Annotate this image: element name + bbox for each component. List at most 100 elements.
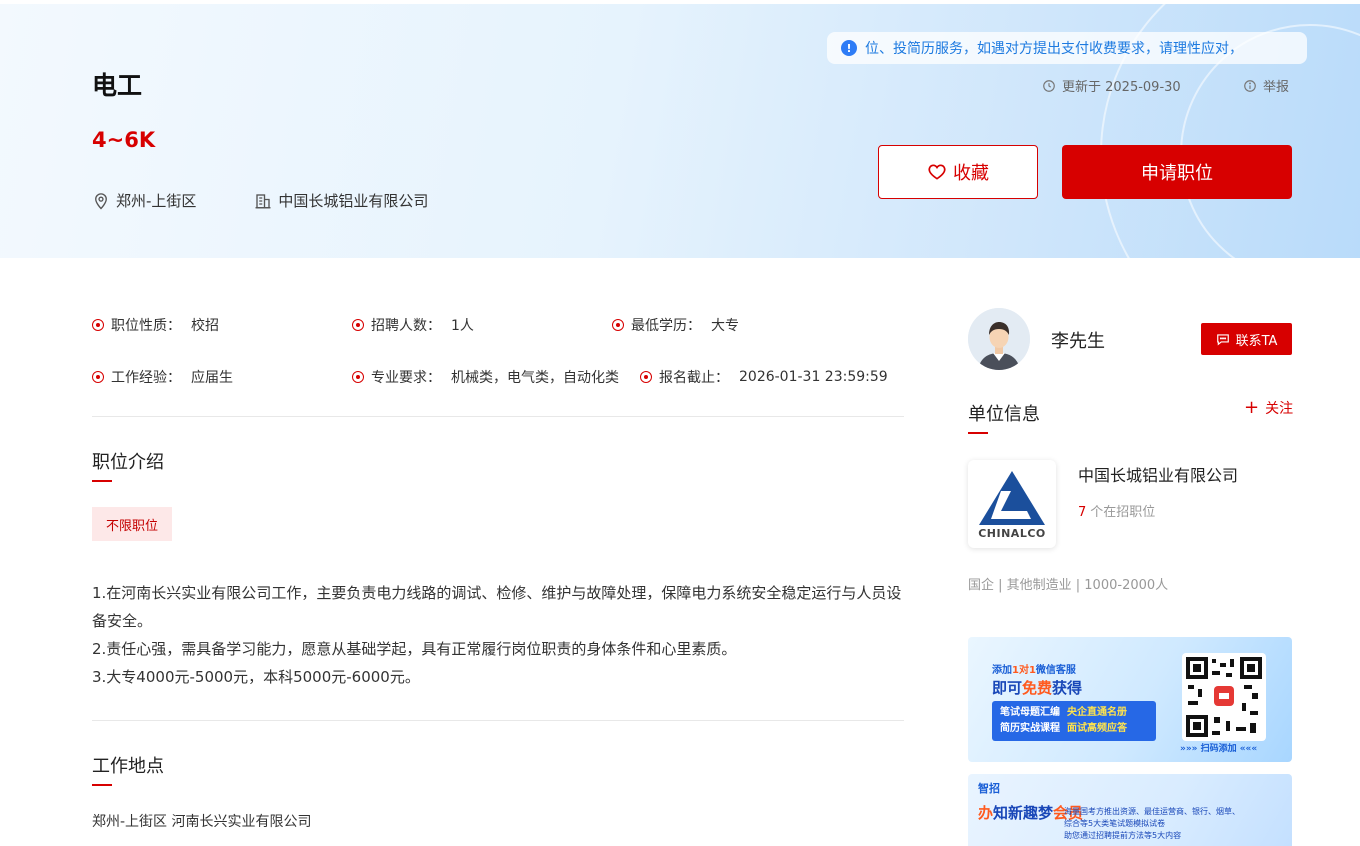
- ad-benefit-row: 笔试母题汇编 央企直通名册: [1000, 705, 1148, 721]
- attr-label: 工作经验：: [111, 370, 181, 386]
- job-description-line: 1.在河南长兴实业有限公司工作，主要负责电力线路的调试、检修、维护与故障处理，保…: [92, 584, 902, 630]
- attr-label: 最低学历：: [631, 318, 701, 334]
- open-jobs-label: 个在招职位: [1090, 505, 1156, 520]
- building-icon: [255, 193, 271, 208]
- favorite-button-label: 收藏: [953, 163, 989, 184]
- qr-code-icon: [1186, 657, 1262, 737]
- ad-subtext-line: 助您通过招聘提前方法等5大内容: [1064, 831, 1182, 840]
- job-location-text: 郑州-上街区: [116, 192, 197, 210]
- attr-education: 最低学历： 大专: [612, 315, 739, 335]
- job-description-line: 2.责任心强，需具备学习能力，愿意从基础学起，具有正常履行岗位职责的身体条件和心…: [92, 640, 737, 658]
- contact-button[interactable]: 联系TA: [1201, 323, 1292, 355]
- safety-notice-text: 位、投简历服务，如遇对方提出支付收费要求，请理性应对，: [865, 41, 1243, 57]
- job-description: 1.在河南长兴实业有限公司工作，主要负责电力线路的调试、检修、维护与故障处理，保…: [92, 579, 902, 691]
- ad-subtext-line: 综合等5大类笔试题模拟试卷: [1064, 819, 1166, 828]
- attr-label: 职位性质：: [111, 318, 181, 334]
- wechat-service-ad[interactable]: 添加1对1微信客服 即可免费获得 笔试母题汇编 央企直通名册 简历实战课程 面试…: [968, 637, 1292, 762]
- job-meta-row: 郑州-上街区 中国长城铝业有限公司: [92, 190, 486, 211]
- ad-benefit-row: 简历实战课程 面试高频应答: [1000, 721, 1148, 737]
- open-jobs[interactable]: 7 个在招职位: [1078, 501, 1155, 520]
- job-location: 郑州-上街区: [92, 190, 196, 211]
- ad-headline: 即可免费获得: [992, 677, 1082, 698]
- attr-label: 招聘人数：: [371, 318, 441, 334]
- ad-benefits-box: 笔试母题汇编 央企直通名册 简历实战课程 面试高频应答: [992, 701, 1156, 741]
- ad-text: 微信客服: [1035, 665, 1076, 676]
- attr-experience: 工作经验： 应届生: [92, 367, 233, 387]
- ad-text: 即可: [992, 679, 1023, 697]
- contact-button-label: 联系TA: [1235, 333, 1278, 349]
- membership-ad[interactable]: 智招 办知新趣梦会员 海量国考方推出资源、最佳运营商、银行、烟草、 综合等5大类…: [968, 774, 1292, 846]
- bullet-icon: [640, 371, 652, 383]
- qr-code: [1182, 653, 1266, 741]
- unit-company-name[interactable]: 中国长城铝业有限公司: [1078, 462, 1238, 486]
- recruiter-avatar: [968, 308, 1030, 370]
- ad-text: 添加: [992, 665, 1012, 676]
- safety-notice: ! 位、投简历服务，如遇对方提出支付收费要求，请理性应对，: [827, 32, 1307, 64]
- attr-major: 专业要求： 机械类，电气类，自动化类: [352, 367, 619, 387]
- section-divider: [92, 416, 904, 417]
- attr-value: 校招: [191, 318, 219, 334]
- section-title-intro: 职位介绍: [92, 448, 164, 482]
- job-category-tag: 不限职位: [92, 507, 172, 541]
- attr-job-type: 职位性质： 校招: [92, 315, 219, 335]
- bullet-icon: [352, 371, 364, 383]
- job-header-banner: 电工 4~6K 郑州-上街区 中国长城铝业有限公司 ! 位、投简历服务，如遇对方…: [0, 4, 1360, 258]
- company-logo-text: CHINALCO: [978, 526, 1046, 540]
- attr-value: 应届生: [191, 370, 233, 386]
- attr-headcount: 招聘人数： 1人: [352, 315, 474, 335]
- bullet-icon: [352, 319, 364, 331]
- attr-value: 2026-01-31 23:59:59: [739, 369, 888, 385]
- ad-subtext: 海量国考方推出资源、最佳运营商、银行、烟草、 综合等5大类笔试题模拟试卷 助您通…: [1064, 806, 1240, 842]
- ad-scan-hint: »»» 扫码添加 «««: [1180, 744, 1258, 754]
- job-company: 中国长城铝业有限公司: [254, 190, 428, 211]
- attr-label: 报名截止：: [659, 370, 729, 386]
- attr-label: 专业要求：: [371, 370, 441, 386]
- chat-icon: [1216, 334, 1229, 346]
- bullet-icon: [612, 319, 624, 331]
- ad-benefit: 面试高频应答: [1066, 723, 1127, 734]
- ad-line: 添加1对1微信客服: [992, 661, 1076, 676]
- ad-benefit: 笔试母题汇编: [1000, 707, 1060, 718]
- clock-icon: [1043, 79, 1055, 92]
- updated-date: 更新于 2025-09-30: [1042, 76, 1181, 95]
- apply-button[interactable]: 申请职位: [1062, 145, 1292, 199]
- info-icon: !: [841, 40, 857, 56]
- job-salary: 4~6K: [92, 128, 156, 152]
- attr-deadline: 报名截止： 2026-01-31 23:59:59: [640, 367, 888, 387]
- company-meta: 国企 | 其他制造业 | 1000-2000人: [968, 578, 1169, 593]
- favorite-button[interactable]: 收藏: [878, 145, 1038, 199]
- ad-highlight: 免费: [1022, 679, 1053, 697]
- ad-benefit: 简历实战课程: [1000, 723, 1060, 734]
- section-title-unit: 单位信息: [968, 400, 1040, 434]
- job-title: 电工: [92, 71, 143, 100]
- ad-benefit: 央企直通名册: [1066, 707, 1127, 718]
- ad-subtext-line: 海量国考方推出资源、最佳运营商、银行、烟草、: [1064, 807, 1240, 816]
- ad-text: 知新趣梦: [993, 804, 1054, 822]
- chinalco-logo-mark: [979, 470, 1045, 525]
- updated-date-text: 更新于 2025-09-30: [1062, 80, 1181, 95]
- location-pin-icon: [95, 192, 107, 209]
- section-divider: [92, 720, 904, 721]
- bullet-icon: [92, 371, 104, 383]
- person-icon: [968, 308, 1030, 370]
- plus-icon: +: [1244, 397, 1260, 418]
- open-jobs-count: 7: [1078, 505, 1087, 520]
- ad-brand: 智招: [978, 782, 1000, 795]
- report-info-icon: [1244, 79, 1256, 92]
- bullet-icon: [92, 319, 104, 331]
- report-link[interactable]: 举报: [1243, 76, 1289, 95]
- heart-icon: [928, 164, 946, 180]
- follow-button[interactable]: + 关注: [1244, 398, 1293, 418]
- job-description-line: 3.大专4000元-5000元，本科5000元-6000元。: [92, 668, 420, 686]
- attr-value: 机械类，电气类，自动化类: [451, 370, 619, 386]
- report-link-text: 举报: [1263, 80, 1290, 95]
- section-title-workplace: 工作地点: [92, 752, 164, 786]
- ad-highlight: 办: [978, 804, 994, 822]
- ad-highlight: 1对1: [1012, 665, 1036, 676]
- recruiter-name: 李先生: [1051, 331, 1105, 352]
- ad-text: 获得: [1052, 679, 1083, 697]
- attr-value: 1人: [451, 318, 474, 334]
- job-company-text[interactable]: 中国长城铝业有限公司: [278, 190, 428, 211]
- company-logo[interactable]: CHINALCO: [968, 460, 1056, 548]
- follow-button-label: 关注: [1265, 401, 1294, 417]
